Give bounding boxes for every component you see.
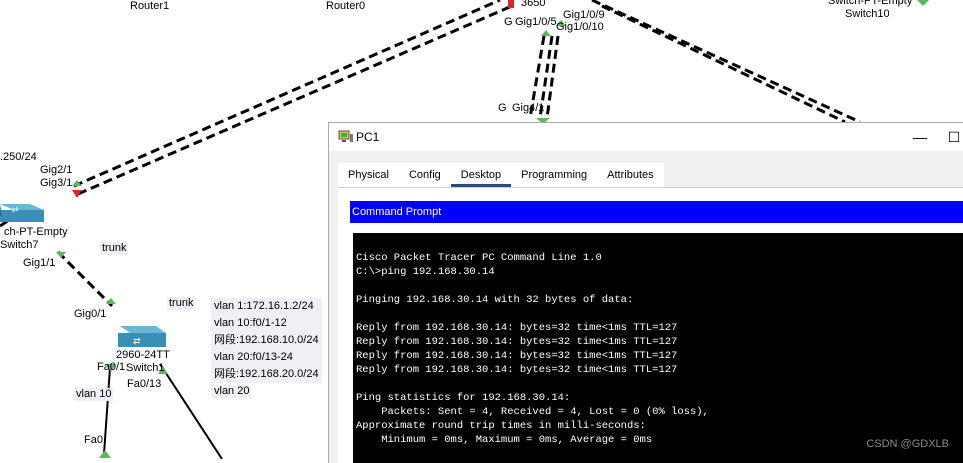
device-label-switch10-type: Switch-PT-Empty <box>828 0 913 7</box>
link-switch7-access[interactable] <box>56 250 114 308</box>
console-line: Approximate round trip times in milli-se… <box>356 420 646 432</box>
port-label-fa0: Fa0 <box>84 434 103 446</box>
port-label-gig1-1: Gig1/1 <box>23 257 56 269</box>
link-core-gig4-c[interactable] <box>545 35 560 119</box>
link-label-trunk: trunk <box>167 297 196 310</box>
device-label-switch7: Switch7 <box>0 239 39 251</box>
port-label: G <box>498 102 507 114</box>
vlan-note-line: vlan 1:172.16.1.2/24 <box>211 298 322 315</box>
tab-config[interactable]: Config <box>398 163 451 187</box>
console-line: C:\>ping 192.168.30.14 <box>356 266 495 278</box>
console-line: Pinging 192.168.30.14 with 32 bytes of d… <box>356 294 634 306</box>
port-label-fa0-13: Fa0/13 <box>127 378 162 390</box>
device-label-access: Switch1 <box>126 362 165 374</box>
port-label-gig3-1: Gig3/1 <box>40 177 73 189</box>
link-up-icon <box>106 298 116 304</box>
port-label-fa0-1: Fa0/1 <box>97 361 126 373</box>
link-access-fa0[interactable] <box>103 367 111 455</box>
console-line: Reply from 192.168.30.14: bytes=32 time<… <box>356 364 678 376</box>
switch7-device[interactable]: ⇄ <box>0 204 44 222</box>
link-label-vlan20: vlan 20 <box>212 385 252 398</box>
svg-text:⇄: ⇄ <box>133 336 141 346</box>
window-title: PC1 <box>356 130 380 144</box>
link-up-icon <box>99 450 111 458</box>
vlan-note-line: vlan 20:f0/13-24 <box>211 349 322 366</box>
port-label-gig1-0-5: Gig1/0/5 <box>515 16 557 28</box>
tab-attributes[interactable]: Attributes <box>597 163 664 187</box>
maximize-button[interactable]: ☐ <box>939 127 963 147</box>
pc1-window[interactable]: PC1 — ☐ Physical Config Desktop Programm… <box>328 122 963 463</box>
link-up-icon <box>541 30 551 36</box>
tab-desktop[interactable]: Desktop <box>450 163 512 187</box>
link-up-icon <box>917 0 929 6</box>
vlan-note-line: 网段:192.168.10.0/24 <box>211 332 322 349</box>
port-label-gig4-1: Gig4/1 <box>512 102 545 114</box>
vlan-note-line: vlan 10:f0/1-12 <box>211 315 322 332</box>
console-line: Ping statistics for 192.168.30.14: <box>356 392 571 404</box>
device-label-switch10: Switch10 <box>845 8 890 20</box>
link-label-vlan10: vlan 10 <box>74 388 114 401</box>
desktop-content: Command Prompt Cisco Packet Tracer PC Co… <box>338 187 963 463</box>
access-switch-device[interactable]: ⇄ <box>118 326 166 347</box>
tab-programming[interactable]: Programming <box>511 163 598 187</box>
device-label-router1: Router1 <box>130 0 170 12</box>
device-label-switch7-type: ch-PT-Empty <box>4 226 68 238</box>
device-label-core: 3650 <box>521 0 546 9</box>
minimize-button[interactable]: — <box>905 127 935 147</box>
pc-icon <box>338 130 353 142</box>
tab-bar: Physical Config Desktop Programming Attr… <box>338 163 664 187</box>
console-line: Reply from 192.168.30.14: bytes=32 time<… <box>356 322 678 334</box>
console-line: Cisco Packet Tracer PC Command Line 1.0 <box>356 252 602 264</box>
command-prompt-title: Command Prompt <box>350 201 963 223</box>
link-label-trunk: trunk <box>100 242 129 255</box>
link-core-switch10-b[interactable] <box>601 4 846 124</box>
vlan-note: vlan 1:172.16.1.2/24 vlan 10:f0/1-12 网段:… <box>211 298 322 383</box>
link-core-switch10-a[interactable] <box>591 0 861 124</box>
port-label: G <box>504 16 513 28</box>
port-label-gig2-1: Gig2/1 <box>40 164 73 176</box>
watermark: CSDN @GDXLB <box>866 438 949 450</box>
ip-label: .250/24 <box>0 151 37 163</box>
window-titlebar[interactable]: PC1 — ☐ <box>329 123 963 151</box>
port-label-gig0-1: Gig0/1 <box>74 308 107 320</box>
tab-physical[interactable]: Physical <box>338 163 399 187</box>
link-down-icon <box>508 0 514 8</box>
console-line: Packets: Sent = 4, Received = 4, Lost = … <box>356 406 709 418</box>
vlan-note-line: 网段:192.168.20.0/24 <box>211 366 322 383</box>
port-label-gig1-0-10: Gig1/0/10 <box>556 21 604 33</box>
svg-text:⇄: ⇄ <box>12 205 19 214</box>
console-line: Reply from 192.168.30.14: bytes=32 time<… <box>356 336 678 348</box>
device-label-router0: Router0 <box>326 0 366 12</box>
console-line: Reply from 192.168.30.14: bytes=32 time<… <box>356 350 678 362</box>
command-console[interactable]: Cisco Packet Tracer PC Command Line 1.0 … <box>353 233 963 463</box>
